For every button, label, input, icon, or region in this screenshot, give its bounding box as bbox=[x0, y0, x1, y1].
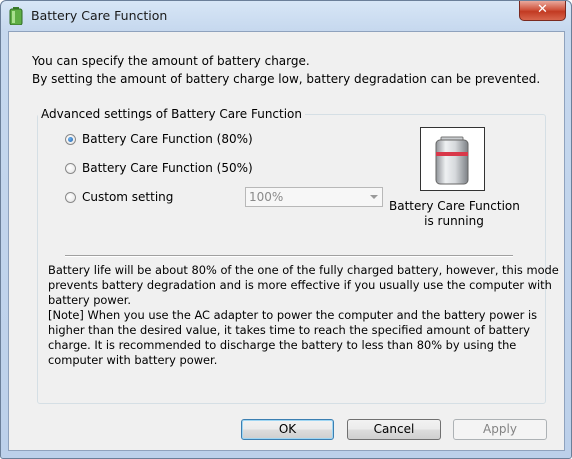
radio-label: Battery Care Function (50%) bbox=[82, 161, 253, 175]
radio-button-selected[interactable] bbox=[65, 133, 76, 145]
dialog-window: Battery Care Function ✕ You can specify … bbox=[0, 0, 572, 459]
dialog-client-area: You can specify the amount of battery ch… bbox=[8, 31, 565, 451]
close-button[interactable]: ✕ bbox=[519, 1, 566, 21]
title-bar[interactable]: Battery Care Function ✕ bbox=[1, 1, 571, 31]
status-text-line-1: Battery Care Function bbox=[389, 199, 520, 213]
status-text-line-2: is running bbox=[424, 214, 484, 228]
radio-option-custom[interactable]: Custom setting bbox=[65, 189, 173, 205]
custom-setting-value: 100% bbox=[249, 190, 284, 204]
radio-label: Custom setting bbox=[82, 190, 174, 204]
description-line: battery power. bbox=[48, 293, 131, 307]
radio-label: Battery Care Function (80%) bbox=[82, 132, 253, 146]
group-title: Advanced settings of Battery Care Functi… bbox=[38, 107, 306, 121]
chevron-down-icon bbox=[370, 195, 378, 199]
apply-button[interactable]: Apply bbox=[453, 419, 547, 440]
battery-app-icon bbox=[9, 7, 23, 25]
radio-option-50[interactable]: Battery Care Function (50%) bbox=[65, 160, 253, 176]
radio-button[interactable] bbox=[65, 191, 76, 203]
window-title: Battery Care Function bbox=[31, 8, 168, 23]
description-line: Battery life will be about 80% of the on… bbox=[48, 263, 559, 277]
radio-button[interactable] bbox=[65, 162, 76, 174]
radio-option-80[interactable]: Battery Care Function (80%) bbox=[65, 131, 253, 147]
close-icon: ✕ bbox=[537, 2, 548, 17]
description-line: computer with battery power. bbox=[48, 353, 218, 367]
description-line: charge. It is recommended to discharge t… bbox=[48, 338, 517, 352]
description-line: higher than the desired value, it takes … bbox=[48, 323, 531, 337]
battery-icon bbox=[435, 136, 469, 185]
cancel-button[interactable]: Cancel bbox=[347, 419, 441, 440]
description-line: [Note] When you use the AC adapter to po… bbox=[48, 308, 538, 322]
intro-line-1: You can specify the amount of battery ch… bbox=[32, 54, 310, 68]
description-line: prevents battery degradation and is more… bbox=[48, 278, 552, 292]
ok-button[interactable]: OK bbox=[241, 419, 334, 440]
custom-setting-select[interactable]: 100% bbox=[245, 187, 383, 207]
divider bbox=[65, 255, 513, 257]
battery-status-image bbox=[420, 127, 485, 191]
intro-line-2: By setting the amount of battery charge … bbox=[32, 72, 541, 86]
